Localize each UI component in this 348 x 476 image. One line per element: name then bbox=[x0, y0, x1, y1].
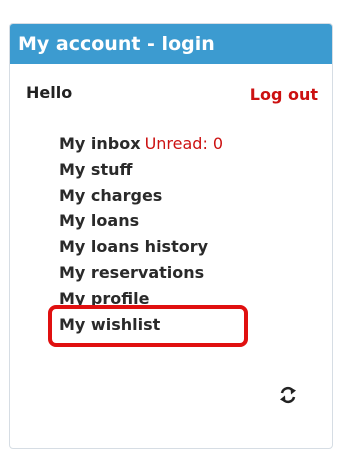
hello-text: Hello bbox=[26, 83, 73, 102]
unread-count: Unread: 0 bbox=[144, 134, 224, 153]
menu-item-wishlist[interactable]: My wishlist bbox=[59, 312, 223, 338]
menu-item-loans-history[interactable]: My loans history bbox=[59, 234, 223, 260]
panel-title: My account - login bbox=[10, 24, 332, 64]
menu-item-charges[interactable]: My charges bbox=[59, 183, 223, 209]
menu-item-stuff[interactable]: My stuff bbox=[59, 157, 223, 183]
account-menu: My inbox Unread: 0 My stuff My charges My… bbox=[59, 131, 223, 337]
menu-item-inbox[interactable]: My inbox Unread: 0 bbox=[59, 131, 223, 157]
greeting-row: Hello Log out bbox=[26, 83, 318, 105]
logout-link[interactable]: Log out bbox=[250, 85, 318, 104]
menu-item-reservations[interactable]: My reservations bbox=[59, 260, 223, 286]
menu-item-loans[interactable]: My loans bbox=[59, 208, 223, 234]
menu-item-inbox-label: My inbox bbox=[59, 134, 141, 153]
refresh-icon[interactable] bbox=[278, 385, 298, 405]
menu-item-profile[interactable]: My profile bbox=[59, 286, 223, 312]
